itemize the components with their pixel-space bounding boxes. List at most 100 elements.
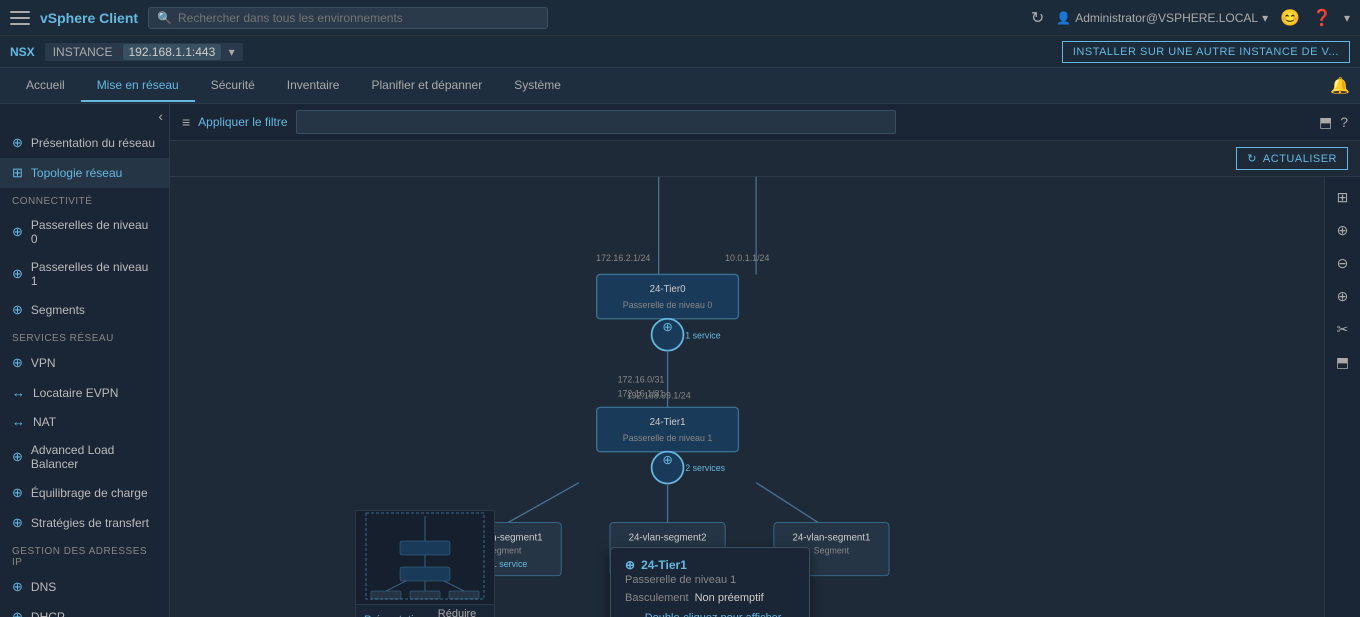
- sidebar-label-strategies: Stratégies de transfert: [31, 516, 149, 530]
- section-connectivite: Connectivité: [0, 188, 169, 211]
- vpn-icon: ⊕: [12, 355, 23, 371]
- tooltip-link[interactable]: ✋ Double-cliquez pour afficher les détai…: [625, 612, 795, 617]
- main-layout: ‹ ⊕ Présentation du réseau ⊞ Topologie r…: [0, 104, 1360, 617]
- topology-icon: ⊞: [12, 165, 23, 181]
- sidebar-label-vpn: VPN: [31, 356, 56, 370]
- segment3-name: 24-vlan-segment1: [792, 532, 870, 543]
- nav-tabs: Accueil Mise en réseau Sécurité Inventai…: [0, 68, 1360, 104]
- tier1-sublabel: Passerelle de niveau 1: [623, 433, 713, 443]
- sidebar-label-topologie: Topologie réseau: [31, 166, 122, 180]
- tooltip-box: ⊕ 24-Tier1 Passerelle de niveau 1 Bascul…: [610, 547, 810, 617]
- tab-mise-en-reseau[interactable]: Mise en réseau: [81, 70, 195, 102]
- alb-icon: ⊕: [12, 449, 23, 465]
- sidebar-label-nat: NAT: [33, 415, 56, 429]
- sidebar-label-dhcp: DHCP: [31, 610, 65, 617]
- sidebar-label-alb: Advanced Load Balancer: [31, 443, 157, 471]
- install-btn[interactable]: INSTALLER SUR UNE AUTRE INSTANCE DE V...: [1062, 41, 1350, 63]
- rp-icon-cut[interactable]: ✂: [1333, 317, 1353, 342]
- tab-planifier[interactable]: Planifier et dépanner: [355, 70, 498, 102]
- bell-icon[interactable]: 🔔: [1330, 76, 1350, 96]
- rp-icon-expand[interactable]: ⬒: [1332, 350, 1353, 375]
- basc-key: Basculement: [625, 592, 689, 604]
- tooltip-sublabel: Passerelle de niveau 1: [625, 574, 795, 586]
- section-services-reseau: Services réseau: [0, 325, 169, 348]
- rp-icon-zoom-in[interactable]: ⊕: [1333, 218, 1353, 243]
- user-circle-icon[interactable]: 😊: [1280, 8, 1300, 28]
- sidebar-item-evpn[interactable]: ↔ Locataire EVPN: [0, 378, 169, 407]
- filter-label: Appliquer le filtre: [198, 115, 287, 129]
- rp-icon-zoom-out[interactable]: ⊖: [1333, 251, 1353, 276]
- mini-map: Présentation Réduire ...: [355, 510, 495, 617]
- search-input[interactable]: [178, 11, 539, 25]
- sidebar-item-nat[interactable]: ↔ NAT: [0, 407, 169, 436]
- lb-icon: ⊕: [12, 485, 23, 501]
- ip-label-2: 10.0.1.1/24: [725, 253, 769, 263]
- mini-map-svg: [356, 511, 494, 601]
- filter-bar: ≡ Appliquer le filtre ⬒ ?: [170, 104, 1360, 141]
- help-chevron: ▾: [1344, 11, 1350, 25]
- sidebar: ‹ ⊕ Présentation du réseau ⊞ Topologie r…: [0, 104, 170, 617]
- sidebar-item-vpn[interactable]: ⊕ VPN: [0, 348, 169, 378]
- dns-icon: ⊕: [12, 579, 23, 595]
- tier0-service-badge: 1 service: [685, 330, 720, 340]
- topology-canvas[interactable]: 172.16.2.1/24 10.0.1.1/24 24-Tier0 Passe…: [170, 177, 1360, 617]
- global-search[interactable]: 🔍: [148, 7, 548, 29]
- collapse-icon[interactable]: ‹: [158, 108, 163, 124]
- help-icon[interactable]: ❓: [1312, 8, 1332, 28]
- sidebar-item-alb[interactable]: ⊕ Advanced Load Balancer: [0, 436, 169, 478]
- hamburger-menu[interactable]: [10, 11, 30, 25]
- nat-icon: ↔: [12, 414, 25, 429]
- segment3-type: Segment: [814, 546, 850, 556]
- strategies-icon: ⊕: [12, 515, 23, 531]
- topo-toolbar: ↻ ACTUALISER: [170, 141, 1360, 177]
- refresh-icon[interactable]: ↻: [1031, 8, 1044, 28]
- app-title: vSphere Client: [40, 10, 138, 26]
- sidebar-item-topologie[interactable]: ⊞ Topologie réseau: [0, 158, 169, 188]
- tooltip-link-text: Double-cliquez pour afficher les détails…: [645, 612, 795, 617]
- filter-help-icon[interactable]: ?: [1340, 114, 1348, 130]
- tier1-icon: ⊕: [12, 266, 23, 282]
- tab-securite[interactable]: Sécurité: [195, 70, 271, 102]
- user-icon: 👤: [1056, 11, 1071, 25]
- user-menu[interactable]: 👤 Administrator@VSPHERE.LOCAL ▾: [1056, 11, 1268, 25]
- subnet-label-1: 172.16.0/31: [618, 375, 665, 385]
- tab-systeme[interactable]: Système: [498, 70, 577, 102]
- svg-text:⊕: ⊕: [662, 453, 672, 467]
- rp-icon-grid[interactable]: ⊞: [1333, 185, 1353, 210]
- top-bar-right: ↻ 👤 Administrator@VSPHERE.LOCAL ▾ 😊 ❓ ▾: [1031, 8, 1350, 28]
- content-area: ≡ Appliquer le filtre ⬒ ? ↻ ACTUALISER: [170, 104, 1360, 617]
- tooltip-title: ⊕ 24-Tier1: [625, 558, 795, 572]
- nsx-bar: NSX INSTANCE 192.168.1.1:443 ▾ INSTALLER…: [0, 36, 1360, 68]
- mini-map-reduire-btn[interactable]: Réduire ...: [438, 608, 486, 617]
- sidebar-label-lb: Équilibrage de charge: [31, 486, 148, 500]
- filter-bar-right: ⬒ ?: [1319, 114, 1348, 131]
- tab-accueil[interactable]: Accueil: [10, 70, 81, 102]
- sidebar-item-reseau-presentation[interactable]: ⊕ Présentation du réseau: [0, 128, 169, 158]
- sidebar-item-tier1[interactable]: ⊕ Passerelles de niveau 1: [0, 253, 169, 295]
- right-panel: ⊞ ⊕ ⊖ ⊕ ✂ ⬒: [1324, 177, 1360, 617]
- sidebar-item-strategies[interactable]: ⊕ Stratégies de transfert: [0, 508, 169, 538]
- sidebar-item-load-balancer[interactable]: ⊕ Équilibrage de charge: [0, 478, 169, 508]
- sidebar-item-segments[interactable]: ⊕ Segments: [0, 295, 169, 325]
- sidebar-item-dns[interactable]: ⊕ DNS: [0, 572, 169, 602]
- mini-map-toolbar: Présentation Réduire ...: [356, 604, 494, 617]
- tooltip-icon: ⊕: [625, 558, 635, 572]
- sidebar-label-evpn: Locataire EVPN: [33, 386, 118, 400]
- svg-text:⊕: ⊕: [662, 320, 672, 334]
- tooltip-bascuement: Basculement Non préemptif: [625, 592, 795, 604]
- tab-inventaire[interactable]: Inventaire: [271, 70, 356, 102]
- ip-label-1: 172.16.2.1/24: [596, 253, 650, 263]
- sidebar-item-tier0[interactable]: ⊕ Passerelles de niveau 0: [0, 211, 169, 253]
- rp-icon-fit[interactable]: ⊕: [1333, 284, 1353, 309]
- sidebar-item-dhcp[interactable]: ⊕ DHCP: [0, 602, 169, 617]
- user-chevron: ▾: [1262, 11, 1268, 25]
- filter-input[interactable]: [296, 110, 896, 134]
- segments-icon: ⊕: [12, 302, 23, 318]
- segment2-name: 24-vlan-segment2: [629, 532, 707, 543]
- filter-funnel-icon: ≡: [182, 114, 190, 130]
- export-icon[interactable]: ⬒: [1319, 114, 1332, 131]
- refresh-button[interactable]: ↻ ACTUALISER: [1236, 147, 1348, 170]
- sidebar-toggle[interactable]: ‹: [0, 104, 169, 128]
- sidebar-label-dns: DNS: [31, 580, 56, 594]
- ip-label-3: 192.168.99.1/24: [627, 391, 691, 401]
